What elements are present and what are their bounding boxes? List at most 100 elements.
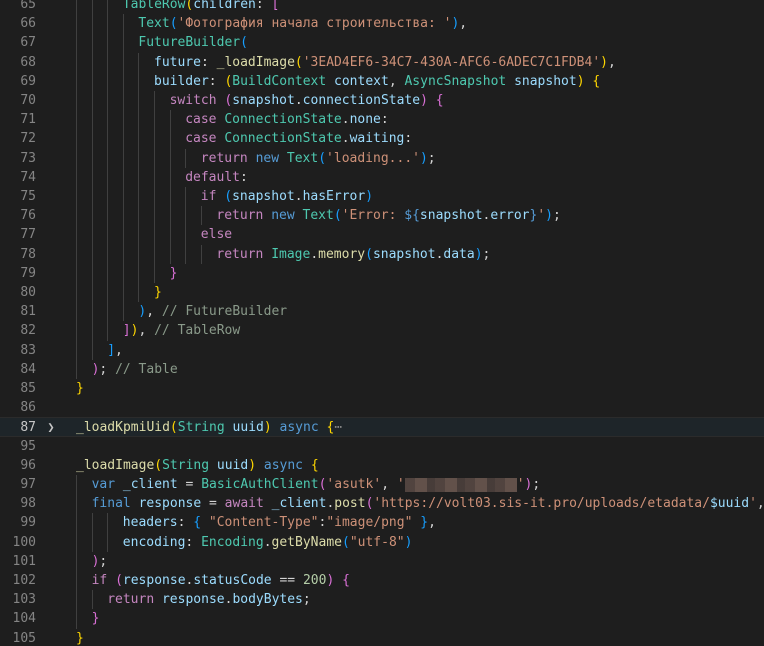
indent-guide (169, 206, 171, 226)
code-token: ( (154, 457, 163, 473)
indent-guide (138, 148, 140, 168)
code-token: response (122, 573, 186, 588)
code-token: ) (474, 246, 483, 262)
code-line[interactable]: 84); // Table (0, 359, 764, 379)
indent-guide (138, 71, 140, 91)
code-token: 'https://volt03.sis-it.pro/uploads/etada… (373, 496, 710, 512)
code-token: if (200, 189, 217, 204)
code-token: 'Error: (341, 208, 405, 224)
code-line[interactable]: 80} (0, 283, 764, 303)
code-line[interactable]: 99 headers: { "Content-Type":"image/png" … (0, 513, 764, 533)
line-number: 69 (20, 73, 36, 89)
code-token: ; (427, 150, 436, 166)
code-token: $uuid (709, 496, 750, 512)
code-token: Text (138, 16, 170, 32)
code-token: uuid (232, 420, 264, 436)
indent-guide (76, 187, 77, 207)
code-text: FutureBuilder( (138, 33, 248, 52)
indent-guide (76, 263, 77, 283)
code-token: bodyBytes (232, 592, 303, 608)
line-number: 99 (20, 515, 36, 531)
code-token: ' (396, 477, 405, 492)
code-token: snapshot (232, 93, 295, 108)
code-token: { (310, 457, 319, 473)
code-line[interactable]: ❯ 87 _loadKpmiUid(String uuid) async {⋯ (0, 417, 764, 437)
line-number: 75 (20, 189, 36, 204)
chevron-right-icon[interactable]: ❯ (44, 418, 58, 437)
indent-guide (107, 225, 109, 245)
indent-guide (91, 321, 93, 341)
code-token: getByName (271, 534, 342, 550)
code-line[interactable]: 96 _loadImage(String uuid) async { (0, 456, 764, 475)
code-token: statusCode (193, 573, 272, 588)
indent-guide (138, 263, 140, 283)
code-line[interactable]: 65 TableRow(children: [ (0, 0, 764, 15)
indent-guide (76, 0, 77, 15)
code-line[interactable]: 78 return Image.memory(snapshot.data); (0, 244, 764, 264)
code-line[interactable]: 98 final response = await _client.post('h… (0, 494, 764, 514)
code-line[interactable]: 67 FutureBuilder( (0, 33, 764, 53)
code-line[interactable]: 68 future: _loadImage('3EAD4EF6-34C7-430A… (0, 52, 764, 72)
code-token: // TableRow (154, 323, 241, 339)
code-token: "utf-8" (349, 534, 405, 550)
code-line[interactable]: 69 builder: (BuildContext context, AsyncS… (0, 71, 764, 91)
indent-guide (76, 321, 77, 341)
code-text: ), // FutureBuilder (138, 302, 287, 321)
indent-guide (76, 206, 77, 226)
code-editor[interactable]: 65 TableRow(children: [66 Text('Фотография… (0, 0, 764, 646)
code-token: } (91, 611, 100, 627)
code-line[interactable]: 66 Text('Фотография начала строительства:… (0, 14, 764, 34)
code-line[interactable]: 101); (0, 551, 764, 571)
code-token: ) (576, 73, 585, 89)
redacted-password (404, 477, 517, 492)
indent-guide (122, 148, 124, 168)
code-text: return new Text('loading...'); (201, 149, 436, 168)
code-line[interactable]: 85} (0, 379, 764, 398)
code-line[interactable]: 102 if (response.statusCode == 200) { (0, 571, 764, 591)
code-token: = (177, 477, 202, 492)
code-token: : (200, 54, 217, 70)
code-token: builder (154, 73, 209, 89)
code-line[interactable]: 76 return new Text('Error: ${snapshot.err… (0, 206, 764, 226)
code-token: response (138, 496, 202, 512)
code-token: none (349, 112, 381, 128)
code-line[interactable]: 77 else (0, 225, 764, 245)
code-line[interactable]: 97 var _client = BasicAuthClient('asutk',… (0, 475, 764, 495)
code-token: : (255, 0, 272, 12)
code-line[interactable]: 70 switch (snapshot.connectionState) { (0, 91, 764, 111)
code-line[interactable]: 86 (0, 398, 764, 417)
code-line[interactable]: 73 return new Text('loading...'); (0, 148, 764, 168)
code-token: . (263, 534, 272, 550)
indent-guide (122, 225, 124, 245)
code-token: } (154, 285, 162, 300)
code-line[interactable]: 95 (0, 437, 764, 456)
code-line[interactable]: 82]), // TableRow (0, 321, 764, 341)
code-line[interactable]: 103 return response.bodyBytes; (0, 590, 764, 610)
code-token: } (169, 265, 178, 281)
code-line[interactable]: 100 encoding: Encoding.getByName("utf-8") (0, 532, 764, 552)
code-token: final (91, 496, 131, 512)
code-line[interactable]: 71 case ConnectionState.none: (0, 110, 764, 130)
code-line[interactable]: 72 case ConnectionState.waiting: (0, 129, 764, 149)
code-line[interactable]: 83], (0, 340, 764, 360)
code-token: return (216, 246, 264, 262)
code-token: default (185, 169, 240, 185)
code-line[interactable]: 104} (0, 609, 764, 629)
line-number: 66 (20, 16, 36, 32)
indent-guide (154, 263, 155, 283)
code-token: _loadImage (76, 457, 155, 473)
code-line[interactable]: 75 if (snapshot.hasError) (0, 187, 764, 207)
code-line[interactable]: 74 default: (0, 167, 764, 187)
code-token: context (334, 73, 389, 89)
indent-guide (107, 321, 109, 341)
code-line[interactable]: 79} (0, 263, 764, 283)
code-text: default: (185, 168, 248, 187)
indent-guide (76, 283, 77, 303)
code-line[interactable]: 105} (0, 629, 764, 646)
code-line[interactable]: 81), // FutureBuilder (0, 302, 764, 322)
indent-guide (107, 206, 109, 226)
